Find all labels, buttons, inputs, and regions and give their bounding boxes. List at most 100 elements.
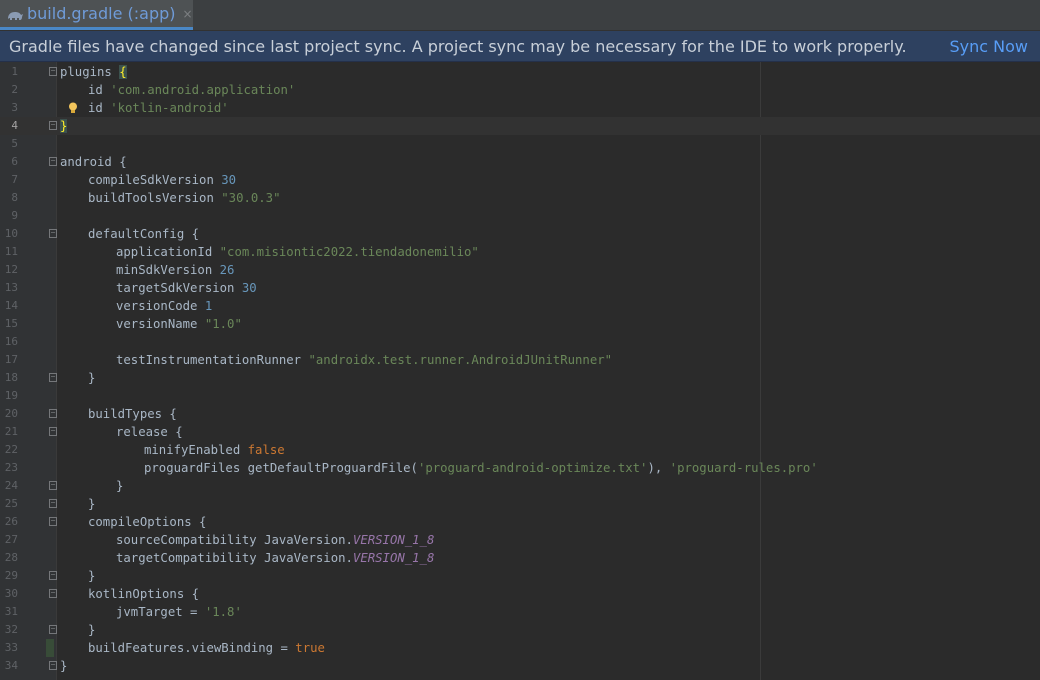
line-number: 29 bbox=[4, 569, 18, 582]
code-text: buildTypes { bbox=[88, 405, 177, 423]
code-line[interactable]: 28 targetCompatibility JavaVersion.VERSIO… bbox=[0, 549, 1040, 567]
code-text: release { bbox=[116, 423, 183, 441]
code-line[interactable]: 24 −} bbox=[0, 477, 1040, 495]
fold-end-icon[interactable]: − bbox=[49, 373, 57, 382]
fold-collapse-icon[interactable]: − bbox=[49, 517, 57, 526]
code-token: 26 bbox=[219, 263, 235, 277]
code-line[interactable]: 21 − release { bbox=[0, 423, 1040, 441]
line-number: 10 bbox=[4, 227, 18, 240]
code-token: VERSION_1_8 bbox=[352, 551, 435, 565]
code-line[interactable]: 5 bbox=[0, 135, 1040, 153]
code-line[interactable]: 11 applicationId "com.misiontic2022.tiend… bbox=[0, 243, 1040, 261]
code-token: 'proguard-rules.pro' bbox=[669, 461, 818, 475]
code-line[interactable]: 27 sourceCompatibility JavaVersion.VERSIO… bbox=[0, 531, 1040, 549]
code-token: '1.8' bbox=[204, 605, 242, 619]
code-line[interactable]: 12 minSdkVersion 26 bbox=[0, 261, 1040, 279]
editor-tab-bar: build.gradle (:app) × bbox=[0, 0, 1040, 31]
tab-title: build.gradle (:app) bbox=[27, 4, 176, 23]
code-token: kotlinOptions { bbox=[88, 587, 200, 601]
line-number: 6 bbox=[11, 155, 18, 168]
code-text: plugins { bbox=[60, 63, 127, 81]
code-line[interactable]: 23 proguardFiles getDefaultProguardFile('… bbox=[0, 459, 1040, 477]
code-token: versionCode bbox=[116, 299, 205, 313]
code-text: compileOptions { bbox=[88, 513, 206, 531]
code-line[interactable]: 26 − compileOptions { bbox=[0, 513, 1040, 531]
fold-end-icon[interactable]: − bbox=[49, 661, 57, 670]
code-line[interactable]: 20 − buildTypes { bbox=[0, 405, 1040, 423]
code-text: id 'com.android.application' bbox=[88, 81, 295, 99]
fold-collapse-icon[interactable]: − bbox=[49, 67, 57, 76]
lightbulb-icon[interactable] bbox=[68, 102, 78, 114]
line-number: 5 bbox=[11, 137, 18, 150]
line-number: 15 bbox=[4, 317, 18, 330]
line-number: 13 bbox=[4, 281, 18, 294]
code-line[interactable]: 1 − plugins { bbox=[0, 63, 1040, 81]
line-number: 33 bbox=[4, 641, 18, 654]
code-token: 'proguard-android-optimize.txt' bbox=[417, 461, 648, 475]
code-token: } bbox=[60, 659, 68, 673]
line-number: 26 bbox=[4, 515, 18, 528]
code-line[interactable]: 17 testInstrumentationRunner "androidx.te… bbox=[0, 351, 1040, 369]
code-token: VERSION_1_8 bbox=[352, 533, 435, 547]
code-token: } bbox=[116, 479, 124, 493]
code-token: buildFeatures.viewBinding = bbox=[88, 641, 296, 655]
code-text: } bbox=[88, 369, 95, 387]
code-token: buildTypes { bbox=[88, 407, 177, 421]
code-token: id bbox=[88, 83, 111, 97]
line-number: 21 bbox=[4, 425, 18, 438]
fold-collapse-icon[interactable]: − bbox=[49, 157, 57, 166]
vcs-changed-marker[interactable] bbox=[46, 639, 54, 657]
code-line[interactable]: 4 −} bbox=[0, 117, 1040, 135]
fold-end-icon[interactable]: − bbox=[49, 499, 57, 508]
code-line[interactable]: 25 −} bbox=[0, 495, 1040, 513]
code-line[interactable]: 15 versionName "1.0" bbox=[0, 315, 1040, 333]
sync-now-link[interactable]: Sync Now bbox=[950, 37, 1029, 56]
line-number: 7 bbox=[11, 173, 18, 186]
line-number: 12 bbox=[4, 263, 18, 276]
fold-collapse-icon[interactable]: − bbox=[49, 409, 57, 418]
code-line[interactable]: 31 jvmTarget = '1.8' bbox=[0, 603, 1040, 621]
fold-collapse-icon[interactable]: − bbox=[49, 229, 57, 238]
code-line[interactable]: 18 −} bbox=[0, 369, 1040, 387]
code-token: minSdkVersion bbox=[116, 263, 220, 277]
line-number: 18 bbox=[4, 371, 18, 384]
code-line[interactable]: 22 minifyEnabled false bbox=[0, 441, 1040, 459]
code-line[interactable]: 30 − kotlinOptions { bbox=[0, 585, 1040, 603]
code-line[interactable]: 9 bbox=[0, 207, 1040, 225]
line-number: 27 bbox=[4, 533, 18, 546]
fold-end-icon[interactable]: − bbox=[49, 625, 57, 634]
code-text: id 'kotlin-android' bbox=[88, 99, 229, 117]
close-icon[interactable]: × bbox=[183, 7, 193, 21]
line-number: 2 bbox=[11, 83, 18, 96]
fold-end-icon[interactable]: − bbox=[49, 481, 57, 490]
code-line[interactable]: 19 bbox=[0, 387, 1040, 405]
code-line[interactable]: 16 bbox=[0, 333, 1040, 351]
code-token: versionName bbox=[116, 317, 205, 331]
code-line[interactable]: 7 compileSdkVersion 30 bbox=[0, 171, 1040, 189]
code-line[interactable]: 2 id 'com.android.application' bbox=[0, 81, 1040, 99]
fold-end-icon[interactable]: − bbox=[49, 121, 57, 130]
line-number: 1 bbox=[11, 65, 18, 78]
code-line[interactable]: 8 buildToolsVersion "30.0.3" bbox=[0, 189, 1040, 207]
code-line[interactable]: 32 −} bbox=[0, 621, 1040, 639]
code-line[interactable]: 10 − defaultConfig { bbox=[0, 225, 1040, 243]
code-line[interactable]: 14 versionCode 1 bbox=[0, 297, 1040, 315]
code-token: 'com.android.application' bbox=[110, 83, 296, 97]
code-line[interactable]: 33 buildFeatures.viewBinding = true bbox=[0, 639, 1040, 657]
code-token: minifyEnabled bbox=[144, 443, 248, 457]
tab-build-gradle-app[interactable]: build.gradle (:app) × bbox=[0, 0, 193, 30]
code-line[interactable]: 34 −} bbox=[0, 657, 1040, 675]
fold-end-icon[interactable]: − bbox=[49, 571, 57, 580]
code-text: } bbox=[88, 495, 95, 513]
code-token: plugins bbox=[60, 65, 120, 79]
code-line[interactable]: 6 − android { bbox=[0, 153, 1040, 171]
code-line[interactable]: 13 targetSdkVersion 30 bbox=[0, 279, 1040, 297]
fold-collapse-icon[interactable]: − bbox=[49, 589, 57, 598]
line-number: 32 bbox=[4, 623, 18, 636]
code-token: } bbox=[88, 569, 96, 583]
code-line[interactable]: 3 id 'kotlin-android' bbox=[0, 99, 1040, 117]
code-editor[interactable]: 1− plugins {2 id 'com.android.application'… bbox=[0, 62, 1040, 680]
code-text: compileSdkVersion 30 bbox=[88, 171, 236, 189]
code-line[interactable]: 29 −} bbox=[0, 567, 1040, 585]
fold-collapse-icon[interactable]: − bbox=[49, 427, 57, 436]
